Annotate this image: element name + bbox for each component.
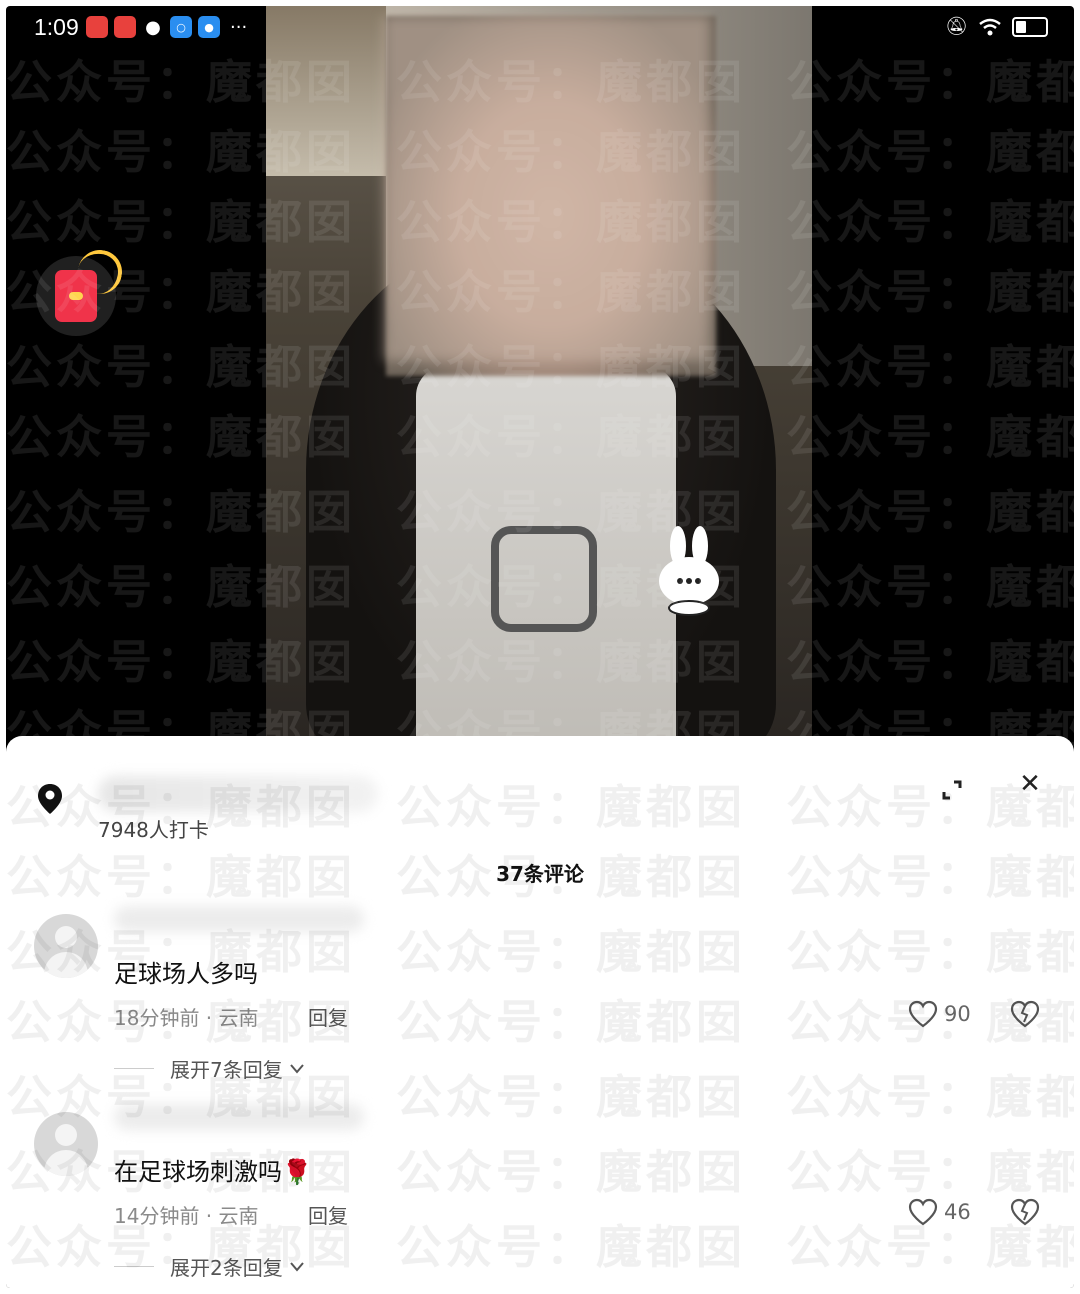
location-name-blurred	[98, 776, 378, 812]
status-time: 1:09	[34, 14, 79, 40]
battery-icon	[1012, 16, 1048, 37]
weibo-icon: ●	[198, 16, 220, 38]
comment-count-title: 37条评论	[496, 862, 584, 886]
location-pin-icon	[38, 784, 62, 814]
comment-text: 在足球场刺激吗🌹	[114, 1158, 312, 1186]
status-right: 🔕︎	[945, 16, 1048, 37]
app-notification-icon	[86, 16, 108, 38]
dislike-heart-icon[interactable]	[1010, 1198, 1040, 1226]
qq-icon: ●	[145, 16, 161, 38]
heart-icon[interactable]	[908, 1000, 938, 1028]
expand-replies-button[interactable]: 展开2条回复	[114, 1252, 305, 1281]
app-frame: 1:09 ● ○ ● ··· 🔕︎ 7948人打卡 ✕ 37条评论 足球场人多吗…	[6, 6, 1074, 1288]
location-checkins: 7948人打卡	[98, 818, 209, 842]
user-name-blurred[interactable]	[114, 1104, 364, 1130]
status-notification-icons: ● ○ ● ···	[86, 16, 247, 38]
mute-icon: 🔕︎	[945, 16, 968, 37]
video-shirt-print	[491, 526, 597, 632]
wifi-icon	[979, 18, 1001, 35]
comment-meta: 18分钟前 · 云南	[114, 1006, 259, 1030]
like-count: 90	[944, 1002, 971, 1026]
expand-fullscreen-icon[interactable]	[934, 772, 970, 808]
expand-replies-button[interactable]: 展开7条回复	[114, 1054, 305, 1083]
comment-sheet: 7948人打卡 ✕ 37条评论 足球场人多吗 18分钟前 · 云南 回复 90	[6, 736, 1074, 1288]
browser-icon: ○	[170, 16, 192, 38]
comment-text: 足球场人多吗	[114, 960, 258, 988]
chevron-down-icon	[289, 1261, 304, 1272]
reply-button[interactable]: 回复	[308, 1200, 348, 1229]
comment-meta: 14分钟前 · 云南	[114, 1204, 259, 1228]
red-packet-button[interactable]	[36, 246, 126, 336]
close-icon[interactable]: ✕	[1014, 768, 1046, 800]
avatar[interactable]	[34, 914, 98, 978]
avatar[interactable]	[34, 1112, 98, 1176]
dislike-heart-icon[interactable]	[1010, 1000, 1040, 1028]
expand-replies-label: 展开7条回复	[170, 1058, 283, 1082]
heart-icon[interactable]	[908, 1198, 938, 1226]
face-blur-overlay	[384, 16, 710, 361]
expand-replies-label: 展开2条回复	[170, 1256, 283, 1280]
user-name-blurred[interactable]	[114, 906, 364, 932]
video-player[interactable]	[266, 6, 812, 738]
app-notification-icon	[114, 16, 136, 38]
rabbit-sticker-icon	[659, 526, 719, 616]
reply-button[interactable]: 回复	[308, 1002, 348, 1031]
more-notifications-icon: ···	[230, 16, 248, 38]
chevron-down-icon	[289, 1063, 304, 1074]
video-background-shelf	[266, 6, 386, 176]
like-count: 46	[944, 1200, 971, 1224]
